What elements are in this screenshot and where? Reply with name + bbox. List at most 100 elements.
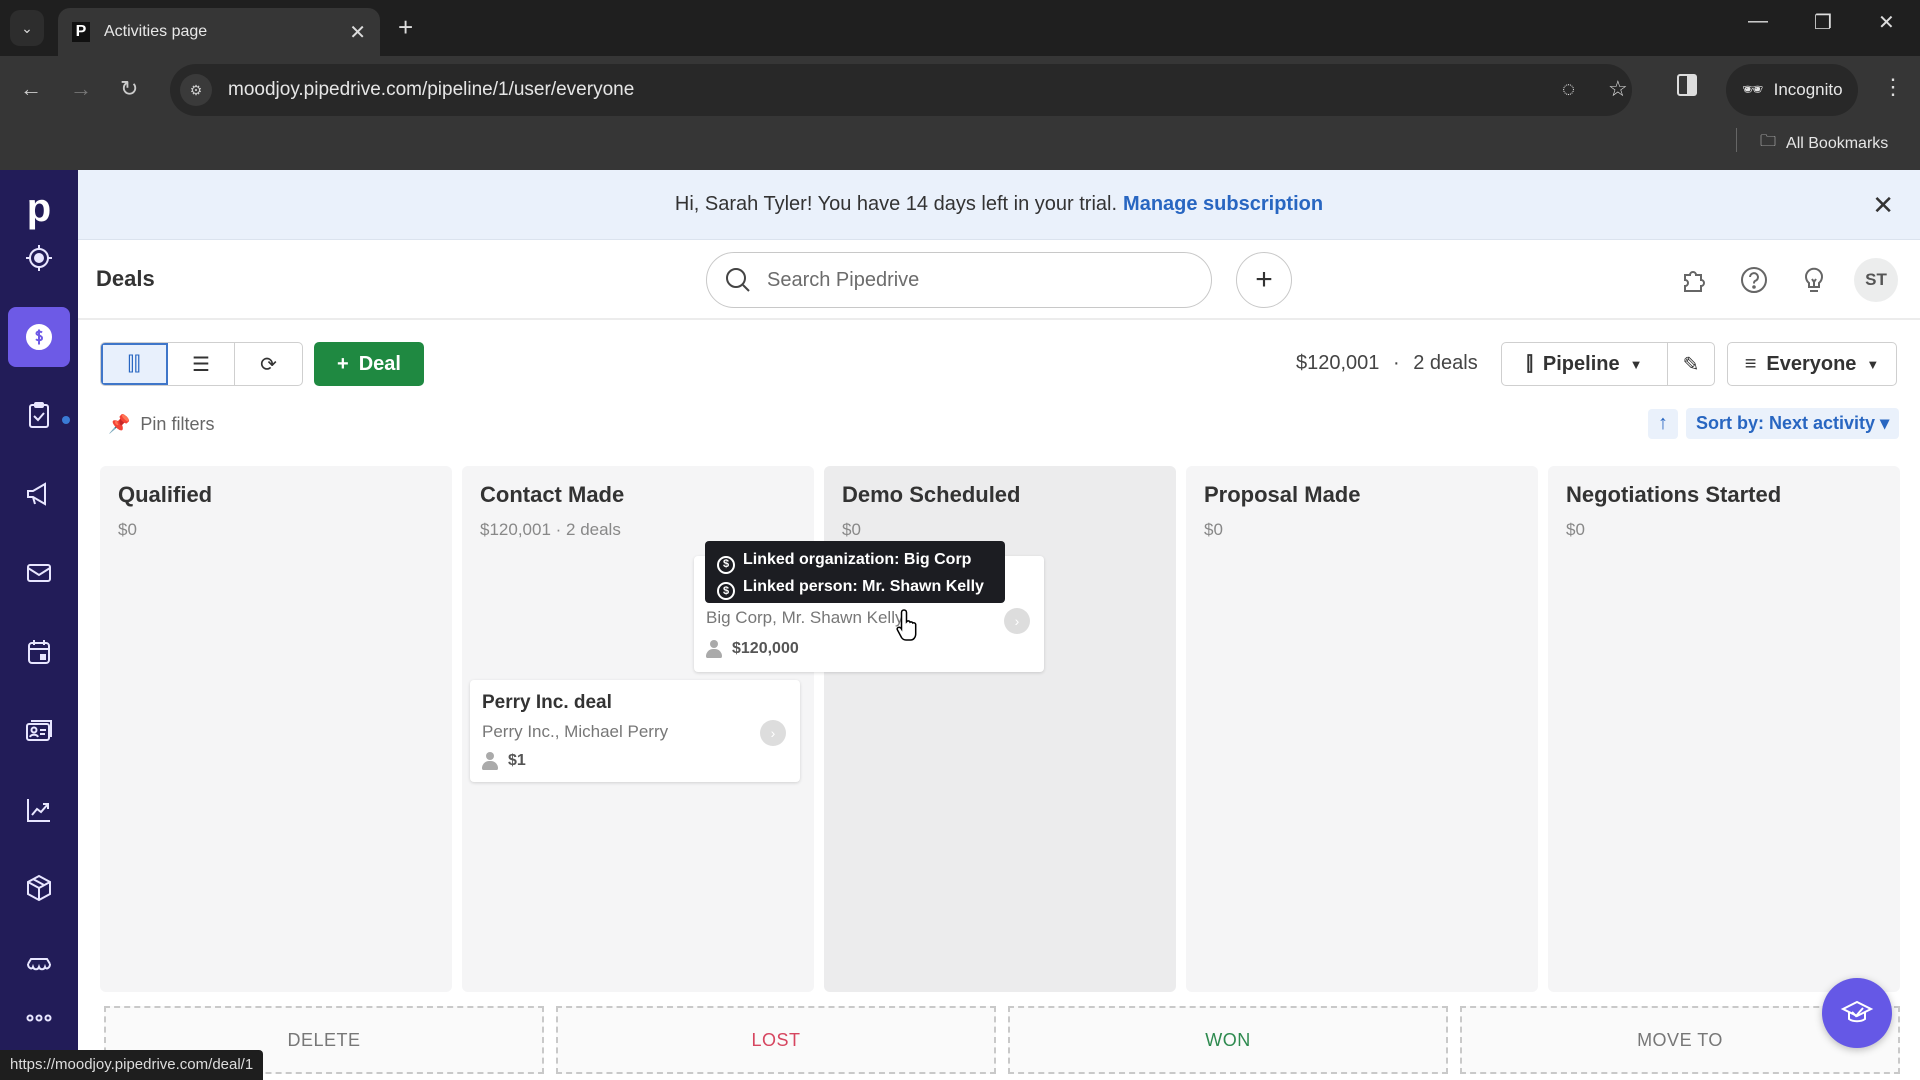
pin-filters-label: Pin filters [140, 414, 215, 434]
new-tab-button[interactable]: + [398, 12, 413, 43]
owner-filter-label: Everyone [1766, 352, 1857, 375]
kanban-icon: ⫿⫿ [127, 352, 141, 375]
quick-add-button[interactable]: + [1236, 252, 1292, 308]
deal-subtitle: Perry Inc., Michael Perry [482, 722, 669, 741]
folder-icon: 🗀 [1760, 133, 1777, 150]
side-panel-icon[interactable] [1677, 74, 1697, 96]
graduation-cap-icon [1840, 1000, 1874, 1023]
puzzle-icon [1684, 271, 1705, 292]
user-avatar[interactable]: ST [1854, 258, 1898, 302]
forward-icon[interactable]: → [70, 76, 92, 102]
stage-name: Proposal Made [1204, 482, 1361, 507]
deal-card[interactable]: Perry Inc. deal Perry Inc., Michael Perr… [470, 680, 800, 782]
list-view-button[interactable]: ☰ [168, 343, 235, 385]
stage-total: $120,001 · 2 deals [480, 520, 621, 539]
forecast-view-button[interactable]: ⟳ [235, 343, 302, 385]
deal-value: $120,000 [732, 640, 799, 657]
tips-button[interactable] [1796, 262, 1832, 298]
incognito-icon: 🕶 [1742, 80, 1764, 99]
summary-separator: · [1392, 352, 1400, 374]
browser-menu-icon[interactable]: ⋮ [1882, 74, 1904, 100]
sidebar-item-activities[interactable] [8, 385, 70, 445]
edit-pipeline-button[interactable]: ✎ [1668, 343, 1714, 385]
address-bar[interactable]: ⚙ moodjoy.pipedrive.com/pipeline/1/user/… [170, 64, 1632, 116]
linked-entities-tooltip: $ Linked organization: Big Corp $ Linked p… [705, 541, 1005, 603]
add-deal-button[interactable]: + Deal [314, 342, 424, 386]
view-toggle: ⫿⫿ ☰ ⟳ [100, 342, 303, 386]
sidebar-item-products[interactable] [8, 858, 70, 918]
sort-dropdown[interactable]: Sort by: Next activity ▾ [1686, 408, 1900, 439]
link-status-bar: https://moodjoy.pipedrive.com/deal/1 [0, 1050, 264, 1080]
stage-column: Proposal Made $0 [1186, 466, 1538, 992]
minimize-icon[interactable]: — [1748, 10, 1768, 33]
eye-off-icon[interactable]: ◌ [1562, 76, 1575, 102]
drop-zone-label: DELETE [287, 1029, 361, 1050]
stage-name: Demo Scheduled [842, 482, 1021, 507]
browser-tab[interactable]: P Activities page ✕ [58, 8, 380, 56]
search-input[interactable] [767, 268, 1167, 292]
trial-message: Hi, Sarah Tyler! You have 14 days left i… [674, 193, 1118, 215]
reload-icon[interactable]: ↻ [120, 76, 138, 102]
stage-column: Qualified $0 [100, 466, 452, 992]
close-window-icon[interactable]: ✕ [1878, 10, 1895, 35]
deal-title[interactable]: Perry Inc. deal [482, 692, 612, 714]
summary-count: 2 deals [1413, 352, 1478, 374]
deal-subtitle: Big Corp, Mr. Shawn Kelly [706, 608, 904, 627]
stage-total: $0 [118, 520, 137, 539]
bookmarks-divider [1736, 128, 1737, 152]
pipeline-summary: $120,001 · 2 deals [1296, 352, 1478, 375]
contact-card-icon [26, 720, 52, 741]
stage-name: Negotiations Started [1566, 482, 1782, 507]
academy-help-button[interactable] [1822, 978, 1892, 1048]
manage-subscription-link[interactable]: Manage subscription [1123, 193, 1323, 216]
sidebar-item-leads[interactable] [8, 228, 70, 288]
chevron-down-icon: ▼ [1629, 356, 1643, 372]
all-bookmarks-button[interactable]: 🗀 All Bookmarks [1760, 130, 1888, 157]
sidebar-item-more[interactable] [8, 998, 70, 1038]
restore-icon[interactable]: ❐ [1814, 10, 1832, 35]
close-tab-icon[interactable]: ✕ [349, 20, 366, 45]
sidebar-item-campaigns[interactable] [8, 464, 70, 524]
dollar-icon: $ [717, 582, 735, 600]
search-box[interactable] [706, 252, 1212, 308]
dollar-icon [26, 324, 52, 350]
hand-cursor-icon [896, 609, 917, 641]
schedule-activity-icon[interactable]: › [760, 720, 786, 746]
sort-direction-button[interactable]: ↑ [1648, 408, 1678, 439]
schedule-activity-icon[interactable]: › [1004, 608, 1030, 634]
pin-filters-button[interactable]: 📌 Pin filters [108, 414, 214, 435]
close-banner-icon[interactable]: ✕ [1872, 190, 1894, 221]
url-text[interactable]: moodjoy.pipedrive.com/pipeline/1/user/ev… [228, 79, 634, 101]
pipedrive-logo[interactable]: p [0, 186, 78, 231]
page-title: Deals [96, 266, 155, 291]
incognito-label: Incognito [1773, 80, 1843, 99]
star-icon[interactable]: ☆ [1608, 76, 1628, 102]
tooltip-organization: Linked organization: Big Corp [743, 551, 972, 568]
lost-drop-zone[interactable]: LOST [556, 1006, 996, 1074]
filter-icon: ≡ [1744, 352, 1757, 375]
help-button[interactable] [1736, 262, 1772, 298]
owner-filter-dropdown[interactable]: ≡ Everyone ▼ [1727, 342, 1897, 386]
pipeline-dropdown[interactable]: ⫿ Pipeline ▼ [1502, 343, 1668, 385]
drop-zone-label: WON [1205, 1029, 1251, 1050]
sidebar-item-insights[interactable] [8, 780, 70, 840]
add-deal-label: Deal [358, 352, 401, 375]
incognito-indicator[interactable]: 🕶 Incognito [1726, 64, 1858, 116]
pipedrive-favicon: P [72, 22, 90, 42]
site-settings-icon[interactable]: ⚙ [180, 74, 212, 106]
extensions-button[interactable] [1676, 262, 1712, 298]
pipeline-view-button[interactable]: ⫿⫿ [101, 343, 168, 385]
won-drop-zone[interactable]: WON [1008, 1006, 1448, 1074]
person-icon [482, 752, 498, 770]
stage-total: $0 [1566, 520, 1585, 539]
sidebar-item-deals[interactable] [8, 307, 70, 367]
sidebar-item-mail[interactable] [8, 543, 70, 603]
back-icon[interactable]: ← [20, 76, 42, 102]
deal-value-row: $1 [482, 752, 526, 770]
tab-search-button[interactable]: ⌄ [10, 10, 44, 46]
app-sidebar: p [0, 170, 78, 1080]
sidebar-item-marketplace[interactable] [8, 937, 70, 997]
sidebar-item-contacts[interactable] [8, 701, 70, 761]
box-icon [27, 874, 51, 902]
sidebar-item-calendar[interactable] [8, 622, 70, 682]
